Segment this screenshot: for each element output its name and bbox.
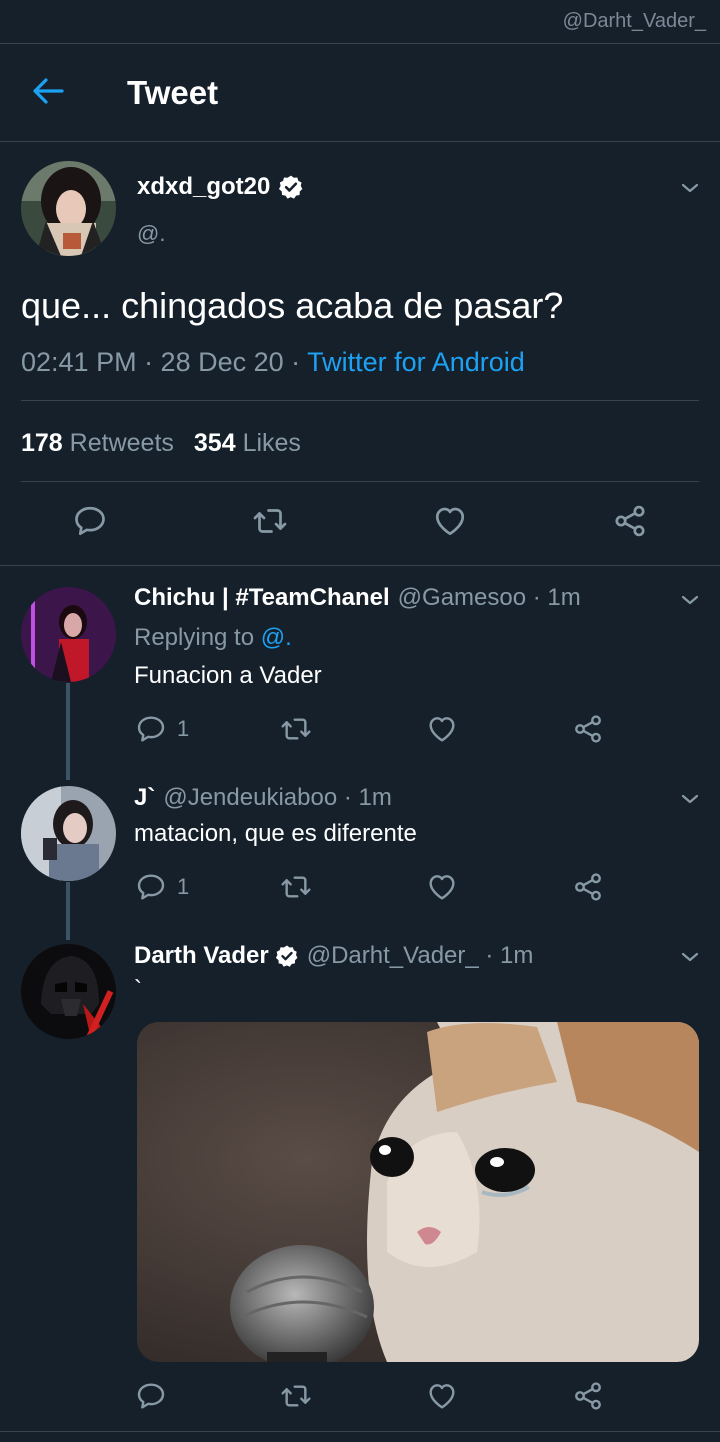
reply-text: ` — [134, 976, 142, 1003]
reply-text: matacion, que es diferente — [134, 820, 417, 847]
retweet-icon — [280, 713, 312, 745]
retweet-icon — [280, 871, 312, 903]
reply-handle-time[interactable]: @Jendeukiaboo · 1m — [163, 784, 392, 812]
retweet-icon — [280, 1380, 312, 1412]
like-icon — [432, 503, 468, 539]
share-button[interactable] — [572, 871, 604, 903]
reply-icon — [72, 503, 108, 539]
retweets-count: 178 — [21, 429, 63, 457]
avatar[interactable] — [21, 161, 116, 256]
likes-label: Likes — [242, 429, 301, 457]
tweet-stats: 178 Retweets 354 Likes — [21, 429, 301, 458]
reply-header: Darth Vader @Darht_Vader_ · 1m — [134, 942, 533, 970]
retweet-button[interactable] — [252, 503, 288, 539]
back-arrow-icon[interactable] — [30, 76, 66, 106]
reply-button[interactable]: 1 — [135, 871, 189, 903]
share-icon — [572, 1380, 604, 1412]
like-icon — [426, 1380, 458, 1412]
author-name[interactable]: xdxd_got20 — [137, 173, 304, 201]
watermark: @Darht_Vader_ — [562, 10, 706, 32]
divider — [21, 400, 699, 401]
reply-header: J` @Jendeukiaboo · 1m — [134, 784, 392, 812]
chevron-down-icon[interactable] — [678, 787, 702, 811]
avatar[interactable] — [21, 786, 116, 881]
share-icon — [612, 503, 648, 539]
page-title: Tweet — [127, 74, 219, 111]
bottom-divider — [0, 1431, 720, 1432]
reply-handle-time[interactable]: @Gamesoo · 1m — [398, 584, 581, 612]
like-icon — [426, 871, 458, 903]
reply-count: 1 — [177, 716, 190, 741]
main-tweet: xdxd_got20 @. que... chingados acaba de … — [0, 143, 720, 566]
verified-badge-icon — [278, 174, 304, 200]
reply-author-name[interactable]: Darth Vader — [134, 942, 299, 970]
tweet-text: que... chingados acaba de pasar? — [21, 285, 564, 326]
tweet-timestamp: 02:41 PM · 28 Dec 20 · — [21, 347, 308, 377]
tweet-meta: 02:41 PM · 28 Dec 20 · Twitter for Andro… — [21, 347, 525, 378]
likes-stat[interactable]: 354 Likes — [194, 429, 301, 458]
share-button[interactable] — [572, 1380, 604, 1412]
chevron-down-icon[interactable] — [678, 945, 702, 969]
avatar[interactable] — [21, 944, 116, 1039]
replying-to-handle[interactable]: @. — [261, 624, 292, 651]
replying-to: Replying to @. — [134, 624, 292, 652]
header: Tweet — [0, 44, 720, 142]
verified-badge-icon — [275, 944, 299, 968]
divider — [21, 481, 699, 482]
reply-author-name-text: Darth Vader — [134, 942, 269, 969]
reply-header: Chichu | #TeamChanel @Gamesoo · 1m — [134, 584, 581, 612]
reply-author-name[interactable]: J` — [134, 784, 155, 812]
share-button[interactable] — [572, 713, 604, 745]
author-handle[interactable]: @. — [137, 221, 165, 247]
share-icon — [572, 713, 604, 745]
like-button[interactable] — [432, 503, 468, 539]
attached-image[interactable] — [137, 1022, 699, 1362]
thread-line — [66, 683, 70, 780]
chevron-down-icon[interactable] — [678, 176, 702, 200]
reply-author-name[interactable]: Chichu | #TeamChanel — [134, 584, 390, 612]
thread-line — [66, 882, 70, 940]
retweet-button[interactable] — [280, 713, 312, 745]
reply-button[interactable] — [135, 1380, 167, 1412]
retweets-stat[interactable]: 178 Retweets — [21, 429, 174, 458]
retweet-button[interactable] — [280, 1380, 312, 1412]
retweet-button[interactable] — [280, 871, 312, 903]
share-icon — [572, 871, 604, 903]
reply-icon — [135, 871, 167, 903]
like-icon — [426, 713, 458, 745]
reply-count: 1 — [177, 874, 190, 899]
reply-icon — [135, 1380, 167, 1412]
avatar[interactable] — [21, 587, 116, 682]
retweet-icon — [252, 503, 288, 539]
like-button[interactable] — [426, 871, 458, 903]
reply-text: Funacion a Vader — [134, 662, 322, 689]
reply-button[interactable] — [72, 503, 108, 539]
retweets-label: Retweets — [69, 429, 174, 457]
replying-to-label: Replying to — [134, 624, 261, 651]
author-name-text: xdxd_got20 — [137, 173, 271, 200]
reply-handle-time[interactable]: @Darht_Vader_ · 1m — [307, 942, 534, 970]
likes-count: 354 — [193, 429, 236, 457]
reply-icon — [135, 713, 167, 745]
tweet-actions — [0, 503, 720, 543]
chevron-down-icon[interactable] — [678, 588, 702, 612]
tweet-source-link[interactable]: Twitter for Android — [307, 347, 525, 377]
like-button[interactable] — [426, 1380, 458, 1412]
reply-button[interactable]: 1 — [135, 713, 189, 745]
like-button[interactable] — [426, 713, 458, 745]
share-button[interactable] — [612, 503, 648, 539]
